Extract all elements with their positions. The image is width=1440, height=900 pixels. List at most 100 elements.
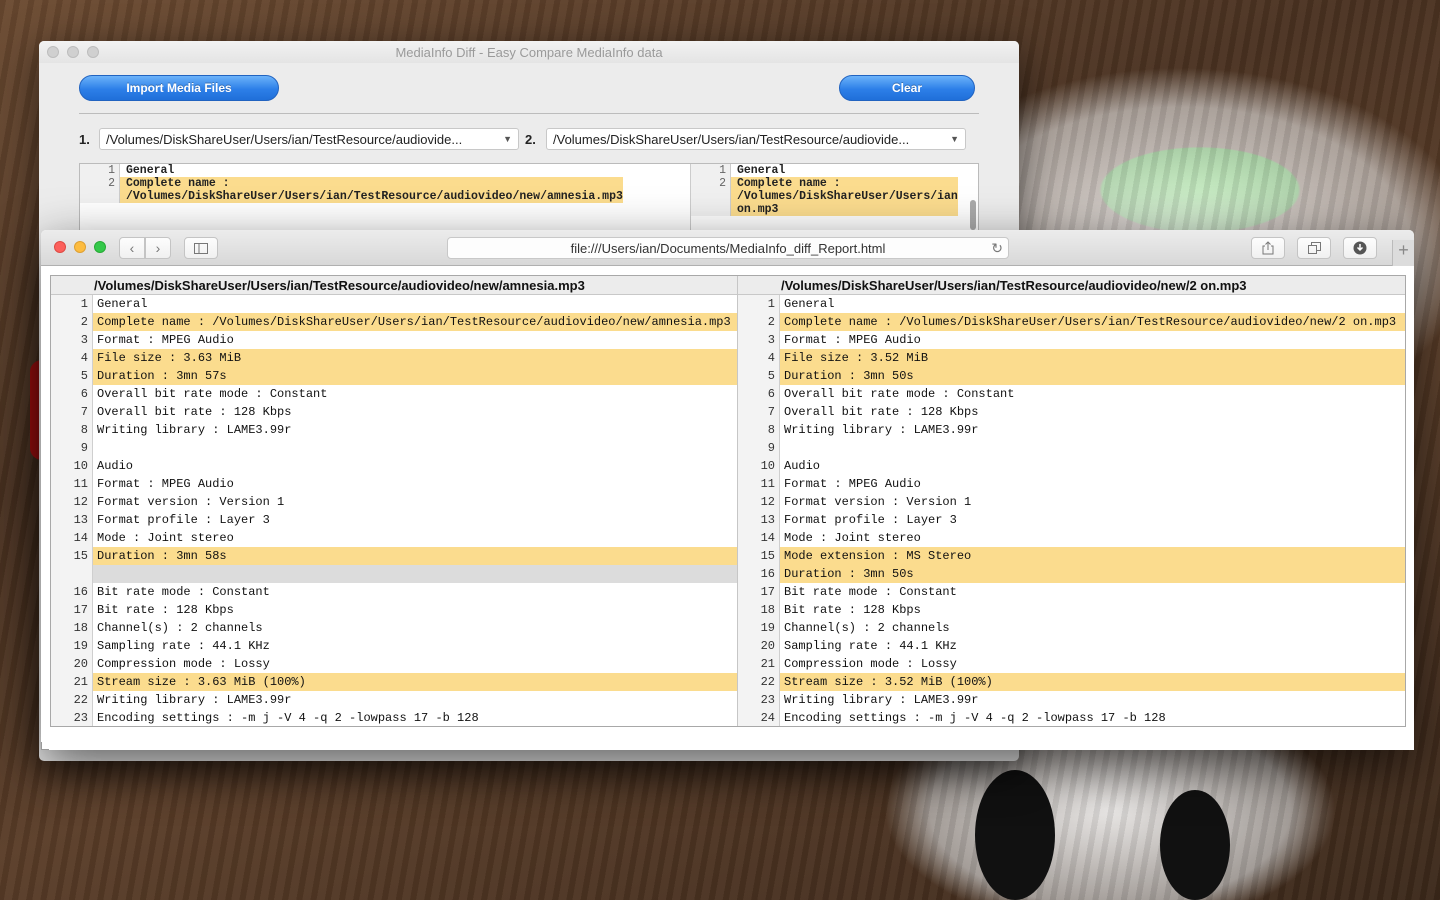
line-number: 16	[51, 583, 93, 601]
diff-row: 20 Compression mode : Lossy	[51, 655, 737, 673]
diff-row: 5 Duration : 3mn 50s	[738, 367, 1405, 385]
line-number: 15	[738, 547, 780, 565]
line-text: Format : MPEG Audio	[784, 333, 921, 347]
diff-row: 5 Duration : 3mn 57s	[51, 367, 737, 385]
line-text: Overall bit rate : 128 Kbps	[97, 405, 292, 419]
missing-row	[51, 565, 737, 583]
diff-row: 11 Format : MPEG Audio	[51, 475, 737, 493]
line-text: Bit rate : 128 Kbps	[97, 603, 234, 617]
line-text: Sampling rate : 44.1 KHz	[784, 639, 957, 653]
diff-row: 22 Writing library : LAME3.99r	[51, 691, 737, 709]
browser-toolbar: ‹ › file:///Users/ian/Documents/MediaInf…	[41, 230, 1414, 266]
line-text: Bit rate mode : Constant	[97, 585, 270, 599]
browser-window: ‹ › file:///Users/ian/Documents/MediaInf…	[41, 230, 1414, 750]
line-number: 6	[738, 385, 780, 403]
line-number: 23	[738, 691, 780, 709]
diff-row: 2 Complete name : /Volumes/DiskShareUser/…	[691, 177, 978, 216]
line-text: Overall bit rate mode : Constant	[97, 387, 328, 401]
line-text: Format : MPEG Audio	[97, 477, 234, 491]
line-number: 2	[51, 313, 93, 331]
diff-row: 13 Format profile : Layer 3	[738, 511, 1405, 529]
line-text: General	[784, 297, 835, 311]
line-number: 9	[738, 439, 780, 457]
sidebar-button[interactable]	[184, 237, 218, 259]
reload-icon[interactable]: ↻	[991, 240, 1003, 257]
diff-row: 22 Stream size : 3.52 MiB (100%)	[738, 673, 1405, 691]
line-text	[780, 439, 1405, 457]
diff-row: 10 Audio	[51, 457, 737, 475]
line-text: Stream size : 3.63 MiB (100%)	[93, 673, 737, 691]
new-tab-button[interactable]: +	[1392, 240, 1414, 266]
zoom-window-button[interactable]	[94, 241, 106, 253]
tabs-button[interactable]	[1297, 237, 1331, 259]
line-number: 2	[738, 313, 780, 331]
diff-row: 8 Writing library : LAME3.99r	[738, 421, 1405, 439]
line-number: 1	[80, 164, 120, 177]
path1-select[interactable]: /Volumes/DiskShareUser/Users/ian/TestRes…	[99, 128, 519, 150]
line-number: 24	[738, 709, 780, 726]
diff-row: 7 Overall bit rate : 128 Kbps	[51, 403, 737, 421]
scrollbar[interactable]	[970, 200, 976, 230]
forward-button[interactable]: ›	[145, 237, 171, 259]
line-number: 19	[738, 619, 780, 637]
title-bar[interactable]: MediaInfo Diff - Easy Compare MediaInfo …	[39, 41, 1019, 63]
line-number: 12	[738, 493, 780, 511]
diff-row: 2 Complete name : /Volumes/DiskShareUser/…	[51, 313, 737, 331]
path2-number: 2.	[525, 132, 536, 147]
line-text: Audio	[784, 459, 821, 473]
line-number: 7	[738, 403, 780, 421]
diff-row: 6 Overall bit rate mode : Constant	[51, 385, 737, 403]
line-text: Writing library : LAME3.99r	[784, 693, 979, 707]
diff-row: 1 General	[80, 164, 690, 177]
line-text: Sampling rate : 44.1 KHz	[97, 639, 270, 653]
close-window-button[interactable]	[54, 241, 66, 253]
line-text: Format version : Version 1	[784, 495, 972, 509]
diff-row: 12 Format version : Version 1	[738, 493, 1405, 511]
line-number: 22	[738, 673, 780, 691]
diff-row: 17 Bit rate : 128 Kbps	[51, 601, 737, 619]
address-bar[interactable]: file:///Users/ian/Documents/MediaInfo_di…	[447, 237, 1009, 259]
path2-select[interactable]: /Volumes/DiskShareUser/Users/ian/TestRes…	[546, 128, 966, 150]
chevron-left-icon: ‹	[129, 240, 135, 256]
comparison-table[interactable]: 1 General 2 Complete name : /Volumes/DiskSh…	[79, 163, 979, 233]
diff-row: 18 Bit rate : 128 Kbps	[738, 601, 1405, 619]
left-file-header: /Volumes/DiskShareUser/Users/ian/TestRes…	[51, 276, 737, 295]
plus-icon: +	[1398, 240, 1409, 260]
line-number: 3	[51, 331, 93, 349]
minimize-window-button[interactable]	[74, 241, 86, 253]
line-text: Compression mode : Lossy	[97, 657, 270, 671]
line-text: Encoding settings : -m j -V 4 -q 2 -lowp…	[97, 711, 479, 725]
diff-row: 11 Format : MPEG Audio	[738, 475, 1405, 493]
share-icon	[1262, 241, 1274, 255]
diff-row: 21 Stream size : 3.63 MiB (100%)	[51, 673, 737, 691]
chevron-down-icon: ▼	[950, 134, 959, 144]
clear-button[interactable]: Clear	[839, 75, 975, 101]
line-number: 4	[51, 349, 93, 367]
line-number: 20	[738, 637, 780, 655]
sidebar-icon	[194, 242, 208, 254]
line-text: Duration : 3mn 57s	[93, 367, 737, 385]
line-number: 8	[738, 421, 780, 439]
line-number: 1	[51, 295, 93, 313]
line-number: 13	[738, 511, 780, 529]
line-number: 2	[80, 177, 120, 203]
resize-handle[interactable]	[41, 742, 49, 750]
line-number	[51, 565, 93, 583]
left-row-list: 1 General 2 Complete name : /Volumes/DiskSh…	[51, 295, 737, 726]
downloads-button[interactable]	[1343, 237, 1377, 259]
diff-report: /Volumes/DiskShareUser/Users/ian/TestRes…	[50, 275, 1406, 727]
line-text: Audio	[97, 459, 134, 473]
diff-row: 14 Mode : Joint stereo	[51, 529, 737, 547]
diff-row: 21 Compression mode : Lossy	[738, 655, 1405, 673]
import-media-files-button[interactable]: Import Media Files	[79, 75, 279, 101]
line-text: General	[97, 297, 148, 311]
line-text: Writing library : LAME3.99r	[784, 423, 979, 437]
line-text: Compression mode : Lossy	[784, 657, 957, 671]
share-button[interactable]	[1251, 237, 1285, 259]
back-button[interactable]: ‹	[119, 237, 145, 259]
diff-row: 9	[738, 439, 1405, 457]
diff-row: 7 Overall bit rate : 128 Kbps	[738, 403, 1405, 421]
line-text: Complete name : /Volumes/DiskShareUser/U…	[780, 313, 1405, 331]
wallpaper-mushroom-eye-right	[1160, 790, 1230, 900]
line-text: Complete name : /Volumes/DiskShareUser/U…	[120, 177, 623, 203]
